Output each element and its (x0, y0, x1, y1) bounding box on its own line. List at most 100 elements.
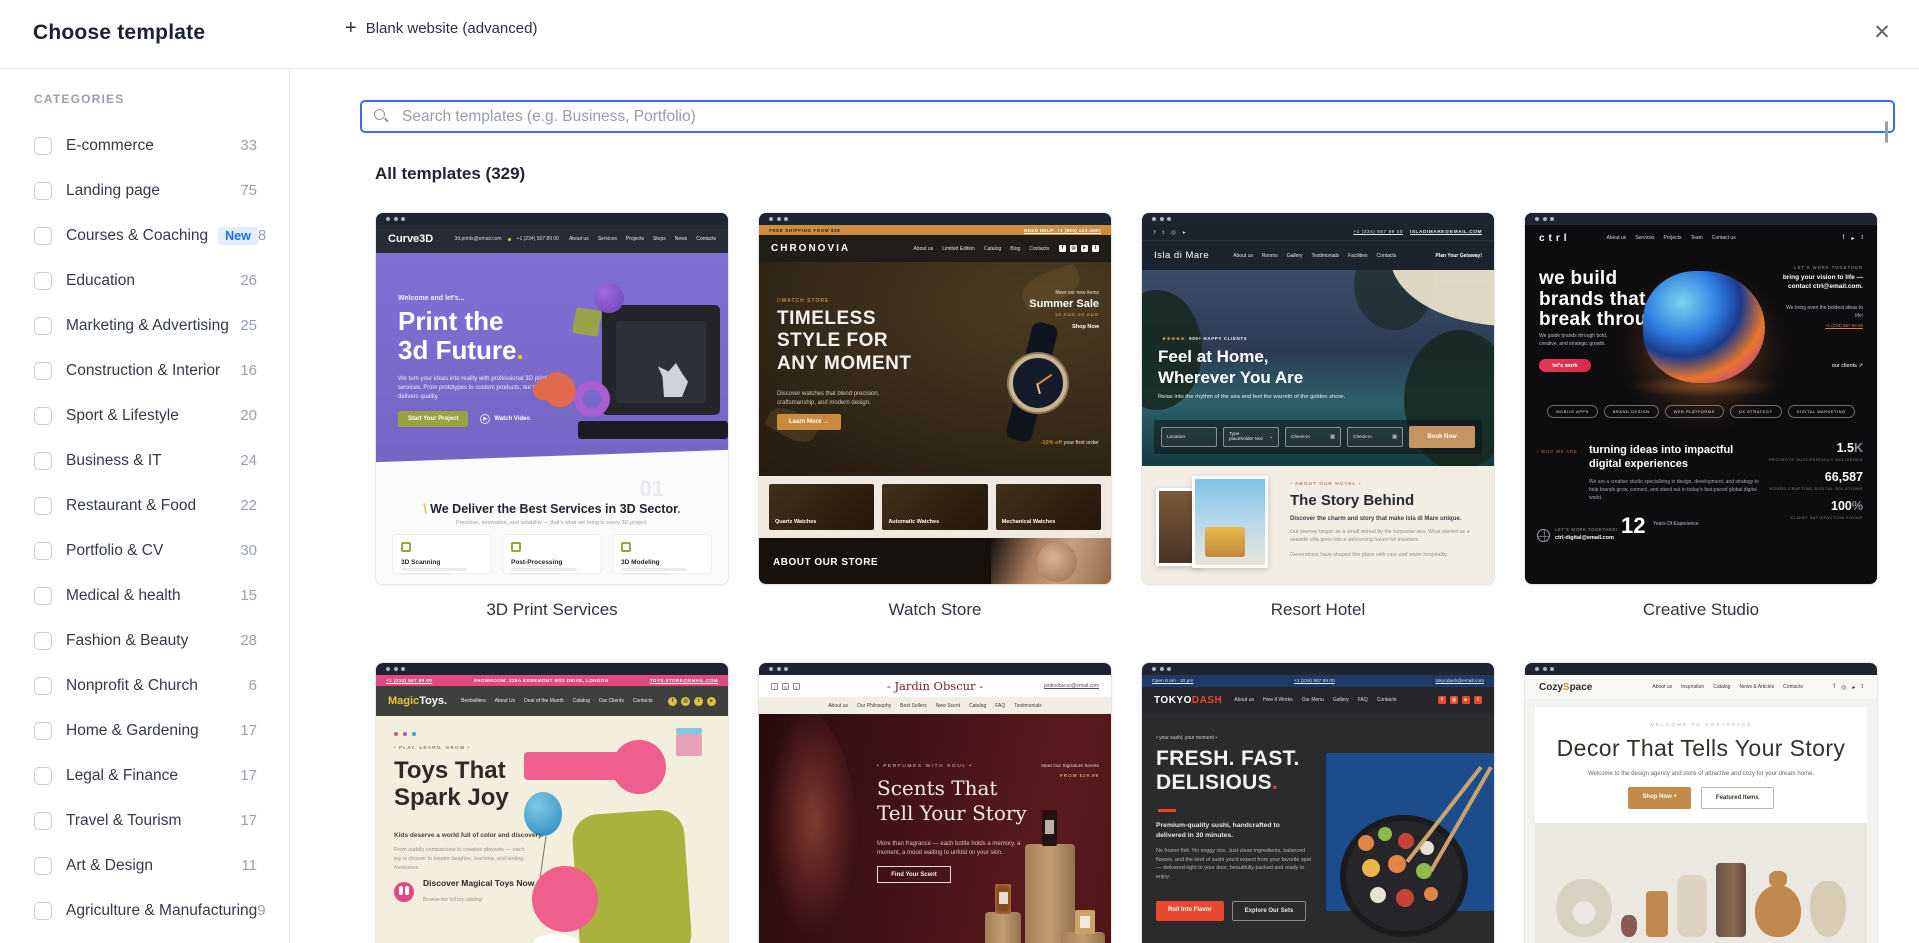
category-row[interactable]: Landing page 75 (0, 168, 289, 213)
category-row[interactable]: Home & Gardening 17 (0, 708, 289, 753)
category-row[interactable]: Legal & Finance 17 (0, 753, 289, 798)
category-count: 17 (240, 722, 257, 739)
category-row[interactable]: Sport & Lifestyle 20 (0, 393, 289, 438)
chevron-down-icon: ⌄ (1268, 434, 1273, 440)
template-gallery: All templates (329) Curve3D 3d.prints@em… (290, 69, 1919, 943)
category-row[interactable]: Marketing & Advertising 25 (0, 303, 289, 348)
preview-menu: About us Rooms Gallery Testimonials Faciliti… (1233, 252, 1397, 259)
category-count: 8 (257, 227, 267, 244)
category-label: Portfolio & CV (66, 541, 164, 559)
template-card-3d-print-services[interactable]: Curve3D 3d.prints@email.com +1 (234) 567… (375, 212, 729, 662)
category-row[interactable]: Restaurant & Food 22 (0, 483, 289, 528)
template-card-creative-studio[interactable]: ctrl About us Services Projects Team Contact… (1524, 212, 1878, 662)
accent-dash (1158, 809, 1176, 812)
category-checkbox[interactable] (34, 271, 52, 290)
plus-icon: + (345, 17, 357, 39)
template-grid: Curve3D 3d.prints@email.com +1 (234) 567… (375, 212, 1919, 943)
preview-cta: Start Your Project (398, 411, 469, 427)
shape-decor (612, 740, 666, 794)
instagram-icon: ◎ (1070, 245, 1077, 252)
hero-heading: TIMELESS STYLE FOR ANY MOMENT (777, 308, 912, 374)
category-checkbox[interactable] (34, 631, 52, 650)
category-list: E-commerce 33 Landing page 75 Courses & … (0, 123, 289, 933)
preview-menu: About us Services Projects Team Contact us (1606, 235, 1736, 241)
template-preview: FREE SHIPPING FROM $39 NEED HELP: +1 (80… (758, 212, 1112, 585)
category-row[interactable]: Construction & Interior 16 (0, 348, 289, 393)
category-checkbox[interactable] (34, 856, 52, 875)
close-icon[interactable]: ✕ (1865, 16, 1899, 50)
category-row[interactable]: Education 26 (0, 258, 289, 303)
category-checkbox[interactable] (34, 541, 52, 560)
globe-icon (1537, 529, 1550, 542)
category-checkbox[interactable] (34, 316, 52, 335)
booking-field-checkin: Check-in ▦ (1285, 427, 1341, 447)
youtube-icon: ▸ (1851, 235, 1855, 242)
category-checkbox[interactable] (34, 226, 52, 245)
category-count: 25 (240, 317, 257, 334)
category-label: Medical & health (66, 586, 181, 604)
template-card-sushi-restaurant[interactable]: Open 8 am - 10 pm +1 (234) 567 89 00 tok… (1141, 662, 1495, 943)
category-row[interactable]: E-commerce 33 (0, 123, 289, 168)
preview-menu: About us Inspiration Catalog News & Article… (1652, 684, 1803, 690)
categories-sidebar: CATEGORIES E-commerce 33 Landing page 75 (0, 69, 290, 943)
results-heading: All templates (329) (375, 164, 526, 183)
category-count: 15 (240, 587, 257, 604)
browser-chrome (376, 663, 728, 675)
template-card-perfume-store[interactable]: f ◎ x - Jardin Obscur - jardinobscur@email… (758, 662, 1112, 943)
facebook-icon: f (668, 696, 677, 706)
browser-chrome (759, 663, 1111, 675)
template-card-decor-store[interactable]: CozySpace About us Inspiration Catalog News… (1524, 662, 1878, 943)
category-checkbox[interactable] (34, 586, 52, 605)
page-title: Choose template (33, 21, 206, 44)
category-count: 16 (240, 362, 257, 379)
feature-box: 3D Modeling (612, 534, 712, 575)
template-card-watch-store[interactable]: FREE SHIPPING FROM $39 NEED HELP: +1 (80… (758, 212, 1112, 662)
facebook-icon: f (1154, 229, 1156, 236)
category-label: Sport & Lifestyle (66, 406, 179, 424)
hero-section: //WATCH STORE TIMELESS STYLE FOR ANY MOM… (759, 262, 1111, 476)
category-checkbox[interactable] (34, 721, 52, 740)
preview-menu: About us Our Philosophy Best Sellers New Sc… (759, 697, 1111, 714)
bunny-icon (394, 882, 414, 902)
category-checkbox[interactable] (34, 901, 52, 920)
template-preview: ctrl About us Services Projects Team Contact… (1524, 212, 1878, 585)
category-checkbox[interactable] (34, 766, 52, 785)
category-checkbox[interactable] (34, 811, 52, 830)
category-row[interactable]: Travel & Tourism 17 (0, 798, 289, 843)
category-row[interactable]: Medical & health 15 (0, 573, 289, 618)
blank-website-button[interactable]: + Blank website (advanced) (345, 18, 537, 38)
category-row[interactable]: Business & IT 24 (0, 438, 289, 483)
categories-heading: CATEGORIES (34, 92, 125, 106)
dialog-header: Choose template + Blank website (advance… (0, 0, 1919, 69)
browser-chrome (759, 213, 1111, 225)
category-count: 20 (240, 407, 257, 424)
watch-tile: Mechanical Watches (995, 484, 1101, 530)
feature-icon (511, 542, 521, 552)
category-row[interactable]: Fashion & Beauty 28 (0, 618, 289, 663)
booking-field-checkout: Check-in ▦ (1347, 427, 1403, 447)
category-checkbox[interactable] (34, 136, 52, 155)
category-row[interactable]: Art & Design 11 (0, 843, 289, 888)
template-name: Resort Hotel (1270, 600, 1366, 619)
category-checkbox[interactable] (34, 181, 52, 200)
category-row[interactable]: Nonprofit & Church 6 (0, 663, 289, 708)
template-preview: f ◎ x - Jardin Obscur - jardinobscur@email… (758, 662, 1112, 943)
scrollbar-thumb[interactable] (1885, 121, 1888, 143)
category-row[interactable]: Agriculture & Manufacturing 9 (0, 888, 289, 933)
category-label: Restaurant & Food (66, 496, 197, 514)
category-row[interactable]: Portfolio & CV 30 (0, 528, 289, 573)
preview-cta: Shop Now + (1628, 787, 1691, 809)
category-checkbox[interactable] (34, 496, 52, 515)
services-section: 01 \ We Deliver the Best Services in 3D … (376, 468, 728, 584)
category-checkbox[interactable] (34, 676, 52, 695)
browser-chrome (1525, 663, 1877, 675)
category-checkbox[interactable] (34, 361, 52, 380)
template-card-toy-store[interactable]: +1 (234) 567 89 00 SHOWROOM: 326A EGREMO… (375, 662, 729, 943)
shape-decor (532, 866, 598, 932)
category-row-partial[interactable] (0, 933, 289, 943)
search-input[interactable] (360, 100, 1895, 133)
category-checkbox[interactable] (34, 451, 52, 470)
category-row[interactable]: Courses & Coaching New 8 (0, 213, 289, 258)
template-card-resort-hotel[interactable]: f t ◎ ▸ +1 (234) 567 89 00 ISLADIMARE@EMAIL… (1141, 212, 1495, 662)
category-checkbox[interactable] (34, 406, 52, 425)
